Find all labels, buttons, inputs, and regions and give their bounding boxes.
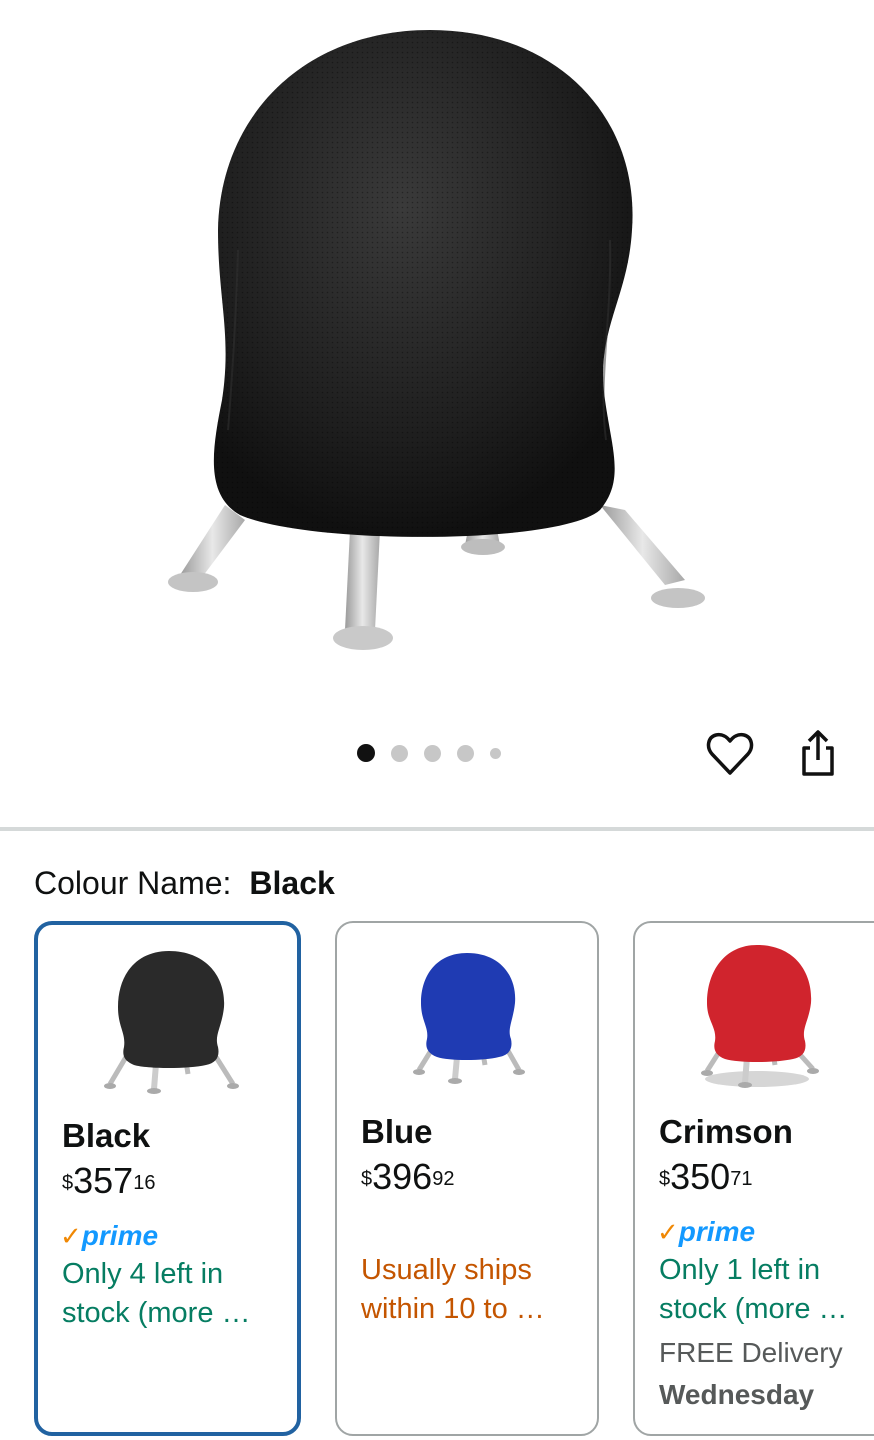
delivery-day: Wednesday	[659, 1379, 815, 1410]
colour-name-row: Colour Name: Black	[34, 864, 335, 902]
product-image[interactable]	[0, 0, 874, 700]
prime-check-icon: ✓	[60, 1221, 82, 1251]
shipping-status-line1: Usually ships	[361, 1254, 532, 1286]
price-fraction: 16	[133, 1172, 156, 1194]
prime-word: prime	[81, 1220, 159, 1251]
price-whole: 357	[73, 1160, 134, 1201]
variant-name: Black	[62, 1117, 151, 1154]
carousel-dot[interactable]	[457, 744, 474, 762]
variant-name: Blue	[361, 1113, 433, 1150]
variant-thumbnail	[337, 937, 597, 1107]
price-currency: $	[62, 1172, 74, 1194]
section-divider	[0, 827, 874, 831]
price-whole: 396	[372, 1156, 433, 1197]
variant-price: $35071	[659, 1157, 752, 1205]
price-currency: $	[361, 1168, 373, 1190]
prime-word: prime	[678, 1216, 756, 1247]
variant-thumbnail	[38, 939, 297, 1109]
stock-status-line2: stock (more …	[62, 1297, 251, 1329]
shipping-status-line2: within 10 to …	[361, 1293, 545, 1325]
variant-card-crimson[interactable]: Crimson $35071 ✓prime Only 1 left in sto…	[633, 921, 874, 1436]
price-fraction: 92	[432, 1168, 455, 1190]
carousel-dot-active[interactable]	[357, 744, 375, 762]
carousel-indicator[interactable]	[357, 741, 501, 765]
heart-icon	[706, 732, 754, 775]
stock-status-line2: stock (more …	[659, 1293, 848, 1325]
variant-card-black[interactable]: Black $35716 ✓prime Only 4 left in stock…	[34, 921, 301, 1436]
carousel-dot[interactable]	[490, 747, 501, 759]
ball-chair-illustration	[168, 30, 705, 650]
prime-badge: ✓prime	[60, 1220, 159, 1252]
variant-card-blue[interactable]: Blue $39692 Usually ships within 10 to …	[335, 921, 599, 1436]
variant-name: Crimson	[659, 1113, 793, 1150]
carousel-dot[interactable]	[424, 744, 441, 762]
price-currency: $	[659, 1168, 671, 1190]
prime-check-icon: ✓	[657, 1217, 679, 1247]
stock-status-line1: Only 4 left in	[62, 1258, 224, 1290]
share-icon	[802, 730, 834, 776]
prime-badge: ✓prime	[657, 1216, 756, 1248]
stock-status-line1: Only 1 left in	[659, 1254, 821, 1286]
variant-price: $35716	[62, 1161, 155, 1209]
variant-thumbnail	[635, 937, 874, 1107]
price-fraction: 71	[730, 1168, 753, 1190]
price-whole: 350	[670, 1156, 731, 1197]
colour-name-value: Black	[249, 865, 335, 901]
favourite-button[interactable]	[706, 731, 754, 777]
delivery-label: FREE Delivery	[659, 1337, 843, 1368]
carousel-dot[interactable]	[391, 744, 408, 762]
variant-price: $39692	[361, 1157, 454, 1205]
colour-name-label: Colour Name:	[34, 865, 232, 901]
share-button[interactable]	[795, 728, 841, 778]
